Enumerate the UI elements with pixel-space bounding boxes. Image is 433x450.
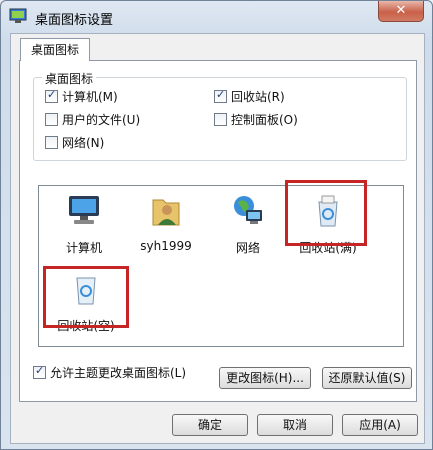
icon-label: syh1999 [140,239,192,253]
checkbox-label: 网络(N) [62,136,105,150]
checkbox-computer[interactable]: 计算机(M) [45,88,118,105]
checkbox-label: 控制面板(O) [231,113,298,127]
checkbox-network[interactable]: 网络(N) [45,134,104,151]
checkbox-box[interactable] [45,113,58,126]
checkbox-box[interactable] [214,88,227,103]
restore-default-button[interactable]: 还原默认值(S) [322,367,412,389]
close-button[interactable]: ✕ [378,1,424,22]
highlight-box-empty [43,266,129,328]
checkbox-recycle-bin[interactable]: 回收站(R) [214,88,285,105]
checkbox-label: 计算机(M) [62,90,118,104]
dialog-client-area: 桌面图标 桌面图标 计算机(M) 回收站(R) 用户的文件(U) [10,33,425,444]
icon-item-user-folder[interactable]: syh1999 [129,192,203,253]
checkbox-box[interactable] [45,136,58,149]
checkbox-allow-theme[interactable]: 允许主题更改桌面图标(L) [33,364,186,381]
desktop-icons-group: 桌面图标 计算机(M) 回收站(R) 用户的文件(U) 控制面板(O) [33,70,407,161]
checkbox-user-files[interactable]: 用户的文件(U) [45,111,140,128]
icon-item-network[interactable]: 网络 [211,192,285,256]
checkbox-label: 回收站(R) [231,90,285,104]
desktop-settings-icon [9,8,27,23]
icon-label: 计算机 [65,241,102,255]
network-icon [234,196,262,224]
tab-panel: 桌面图标 计算机(M) 回收站(R) 用户的文件(U) 控制面板(O) [19,60,417,402]
group-title: 桌面图标 [42,70,97,87]
icon-item-computer[interactable]: 计算机 [47,192,121,256]
change-icon-button[interactable]: 更改图标(H)... [219,367,311,389]
highlight-box-full [285,180,367,246]
checkbox-label: 用户的文件(U) [62,113,141,127]
icon-list[interactable]: 计算机 syh1999 网络 回收站(满) 回收站(空) [38,180,404,347]
title-bar[interactable]: 桌面图标设置 ✕ [1,1,432,33]
checkbox-label: 允许主题更改桌面图标(L) [50,366,187,380]
computer-icon [69,196,99,224]
dialog-window: 桌面图标设置 ✕ 桌面图标 桌面图标 计算机(M) 回收站(R) 用户的文件(U… [0,0,433,450]
user-folder-icon [152,199,180,226]
checkbox-control-panel[interactable]: 控制面板(O) [214,111,298,128]
apply-button[interactable]: 应用(A) [342,414,418,436]
cancel-button[interactable]: 取消 [257,414,333,436]
icon-label: 网络 [235,241,260,255]
checkbox-box[interactable] [214,113,227,126]
tab-desktop-icons[interactable]: 桌面图标 [20,38,90,61]
window-title: 桌面图标设置 [35,13,114,28]
checkbox-box[interactable] [33,364,46,379]
ok-button[interactable]: 确定 [172,414,248,436]
checkbox-box[interactable] [45,88,58,103]
